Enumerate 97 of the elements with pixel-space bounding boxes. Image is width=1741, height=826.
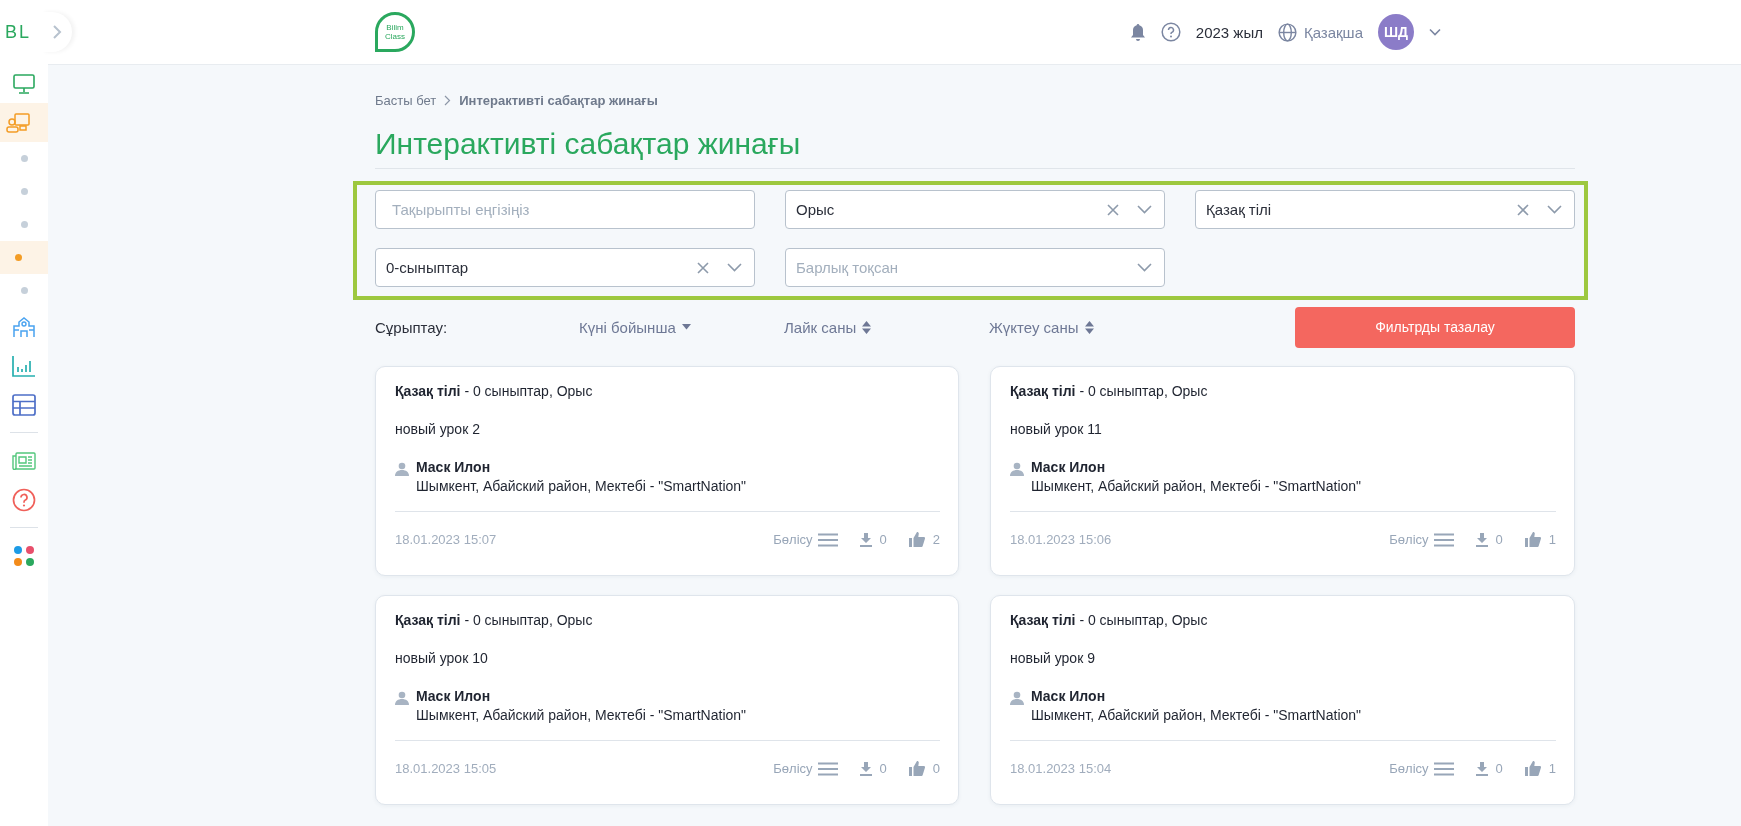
chevron-down-icon[interactable]	[727, 263, 742, 272]
dot-icon	[20, 287, 28, 294]
clear-icon[interactable]	[1107, 203, 1119, 216]
clear-icon[interactable]	[1517, 203, 1529, 216]
lesson-date: 18.01.2023 15:07	[395, 532, 497, 547]
lesson-subject: Қазақ тілі - 0 сыныптар, Орыс	[395, 383, 594, 399]
like-count: 2	[932, 532, 940, 547]
chevron-right-icon	[52, 24, 62, 40]
school-building-icon	[12, 315, 36, 338]
share-button[interactable]: Бөлісу	[773, 532, 838, 547]
download-count: 0	[1495, 532, 1503, 547]
language-selector[interactable]: Қазақша	[1277, 22, 1363, 42]
select-field[interactable]: Қазақ тілі	[1195, 190, 1575, 229]
menu-icon	[817, 761, 838, 776]
dot-icon	[20, 155, 28, 162]
download-icon[interactable]	[859, 532, 872, 547]
sidebar-logo: BL	[5, 21, 32, 43]
download-icon[interactable]	[859, 761, 872, 776]
thumbs-up-icon[interactable]	[1524, 761, 1541, 776]
author-name: Маск Илон	[416, 459, 492, 475]
select-field[interactable]: Барлық тоқсан	[785, 248, 1165, 287]
lesson-subject: Қазақ тілі - 0 сыныптар, Орыс	[395, 612, 594, 628]
dot-icon	[14, 254, 22, 261]
lesson-date: 18.01.2023 15:06	[1010, 532, 1112, 547]
user-avatar[interactable]: ШД	[1378, 14, 1414, 50]
download-icon[interactable]	[1475, 532, 1488, 547]
clear-icon[interactable]	[697, 261, 709, 274]
lesson-subject: Қазақ тілі - 0 сыныптар, Орыс	[1010, 383, 1209, 399]
thumbs-up-icon[interactable]	[1524, 532, 1541, 547]
select-field[interactable]: Орыс	[785, 190, 1165, 229]
like-count: 0	[932, 761, 940, 776]
lesson-date: 18.01.2023 15:05	[395, 761, 497, 776]
user-icon	[395, 462, 409, 476]
sidebar-item[interactable]	[0, 241, 48, 274]
user-icon	[1010, 462, 1024, 476]
sort-option[interactable]: Күні бойынша	[579, 318, 784, 336]
sort-label: Сұрыптау:	[375, 318, 449, 336]
author-school: Шымкент, Абайский район, Мектебі - "SmartNation"	[416, 478, 747, 494]
clear-filters-button[interactable]: Фильтрды тазалау	[1295, 306, 1575, 348]
bell-icon[interactable]	[1129, 23, 1146, 41]
lesson-title: новый урок 9	[1010, 650, 1096, 666]
globe-icon	[1277, 22, 1297, 42]
chevron-down-icon[interactable]	[1137, 263, 1152, 272]
thumbs-up-icon[interactable]	[908, 532, 925, 547]
sidebar-item[interactable]	[0, 103, 48, 142]
author-name: Маск Илон	[1031, 459, 1107, 475]
menu-icon	[1433, 761, 1454, 776]
sort-option[interactable]: Жүктеу саны	[989, 318, 1194, 336]
help-icon[interactable]	[1160, 22, 1181, 42]
sort-option[interactable]: Лайк саны	[784, 318, 989, 336]
breadcrumb-link[interactable]: Басты бет	[375, 92, 437, 108]
lesson-subject: Қазақ тілі - 0 сыныптар, Орыс	[1010, 612, 1209, 628]
lesson-date: 18.01.2023 15:04	[1010, 761, 1112, 776]
lesson-title: новый урок 10	[395, 650, 489, 666]
author-school: Шымкент, Абайский район, Мектебі - "SmartNation"	[1031, 478, 1362, 494]
download-icon[interactable]	[1475, 761, 1488, 776]
classroom-icon	[6, 112, 30, 133]
page-title: Интерактивті сабақтар жинағы	[375, 126, 1575, 169]
dot-icon	[20, 221, 28, 228]
author-school: Шымкент, Абайский район, Мектебі - "SmartNation"	[1031, 707, 1362, 723]
chevron-down-icon[interactable]	[1137, 205, 1152, 214]
share-button[interactable]: Бөлісу	[773, 761, 838, 776]
author-name: Маск Илон	[1031, 688, 1107, 704]
lesson-card[interactable]: Қазақ тілі - 0 сыныптар, Орыс новый урок 2 Маск Илон Шымкент, Абайский район, Мектебі - "SmartNation" 18.01.2023 15:07 Бөлісу 0 2	[375, 366, 959, 576]
share-button[interactable]: Бөлісу	[1389, 532, 1454, 547]
apps-icon	[13, 544, 35, 567]
user-icon	[395, 691, 409, 705]
lesson-title: новый урок 11	[1010, 421, 1103, 437]
help-icon	[12, 487, 36, 512]
user-icon	[1010, 691, 1024, 705]
monitor-icon	[13, 73, 35, 94]
chevron-down-icon[interactable]	[1429, 28, 1441, 36]
chevron-right-icon	[444, 94, 452, 106]
bilim-class-logo[interactable]: Bilim Class	[375, 12, 415, 52]
chevron-down-icon[interactable]	[1547, 205, 1562, 214]
download-count: 0	[1495, 761, 1503, 776]
like-count: 1	[1548, 761, 1556, 776]
download-count: 0	[879, 532, 887, 547]
download-count: 0	[879, 761, 887, 776]
thumbs-up-icon[interactable]	[908, 761, 925, 776]
author-school: Шымкент, Абайский район, Мектебі - "SmartNation"	[416, 707, 747, 723]
dot-icon	[20, 188, 28, 195]
author-name: Маск Илон	[416, 688, 492, 704]
lesson-card[interactable]: Қазақ тілі - 0 сыныптар, Орыс новый урок 11 Маск Илон Шымкент, Абайский район, Мектебі - "SmartNation" 18.01.2023 15:06 Бөлісу 0 1	[990, 366, 1575, 576]
menu-icon	[817, 532, 838, 547]
select-field[interactable]: 0-сыныптар	[375, 248, 755, 287]
like-count: 1	[1548, 532, 1556, 547]
share-button[interactable]: Бөлісу	[1389, 761, 1454, 776]
academic-year[interactable]: 2023 жыл	[1195, 23, 1263, 41]
lesson-card[interactable]: Қазақ тілі - 0 сыныптар, Орыс новый урок 10 Маск Илон Шымкент, Абайский район, Мектебі - "SmartNation" 18.01.2023 15:05 Бөлісу 0 0	[375, 595, 959, 805]
lesson-title: новый урок 2	[395, 421, 481, 437]
newspaper-icon	[12, 451, 36, 470]
lesson-card[interactable]: Қазақ тілі - 0 сыныптар, Орыс новый урок 9 Маск Илон Шымкент, Абайский район, Мектебі - "SmartNation" 18.01.2023 15:04 Бөлісу 0 1	[990, 595, 1575, 805]
topic-search-field[interactable]: Тақырыпты еңгізіңіз	[375, 190, 755, 229]
menu-icon	[1433, 532, 1454, 547]
table-icon	[12, 393, 36, 416]
bar-chart-icon	[12, 354, 36, 377]
